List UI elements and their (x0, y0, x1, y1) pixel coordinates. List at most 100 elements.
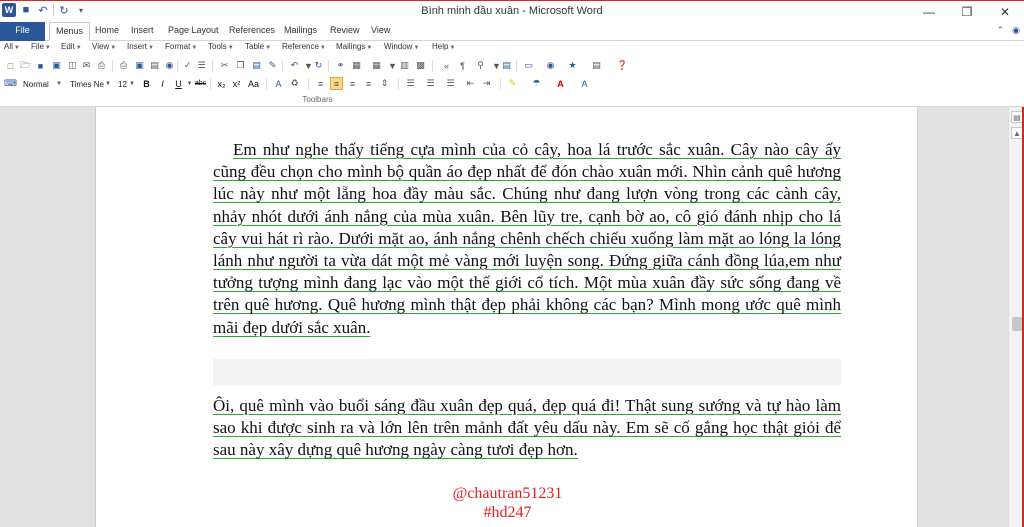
close-icon[interactable]: ✕ (986, 1, 1024, 23)
paste-icon[interactable]: ▤ (250, 59, 263, 72)
justify-icon[interactable]: ≡ (362, 77, 375, 90)
hyperlink-icon[interactable]: ⚭ (334, 59, 347, 72)
format-painter-icon[interactable]: ✎ (266, 59, 279, 72)
font-size-value: 12 (118, 79, 127, 89)
zoom-icon[interactable]: ⚲ (474, 59, 487, 72)
open-folder-icon[interactable]: 🗁 (19, 59, 32, 72)
bold-button[interactable]: B (140, 77, 153, 90)
chevron-down-icon: ▼ (449, 45, 456, 51)
print-preview-icon[interactable]: ◫ (66, 59, 79, 72)
style-combo[interactable]: Normal ▼ (20, 77, 64, 91)
word-count-icon[interactable]: ☰ (195, 59, 208, 72)
folder-icon[interactable]: ▭ (522, 59, 535, 72)
menu-tools[interactable]: Tools▼ (208, 42, 234, 51)
table-icon[interactable]: ▦ (350, 59, 363, 72)
save-icon[interactable]: ■ (34, 59, 47, 72)
italic-button[interactable]: I (156, 77, 169, 90)
chevron-down-icon: ▼ (227, 45, 234, 51)
chevron-down-icon: ▼ (44, 45, 51, 51)
tab-page-layout[interactable]: Page Layout (162, 22, 225, 41)
tab-view[interactable]: View (365, 22, 396, 41)
menu-view[interactable]: View▼ (92, 42, 116, 51)
document-page[interactable]: Em như nghe thấy tiếng cựa mình của cỏ c… (95, 107, 918, 527)
text-effects-icon[interactable]: A (578, 77, 591, 90)
drawing-icon[interactable]: ▩ (414, 59, 427, 72)
minimize-icon[interactable]: — (910, 1, 948, 23)
undo-icon[interactable]: ↶ (288, 59, 301, 72)
tab-mailings[interactable]: Mailings (278, 22, 323, 41)
chevron-down-icon: ▼ (265, 45, 272, 51)
change-case-icon[interactable]: Aa (247, 77, 260, 90)
menu-insert[interactable]: Insert▼ (127, 42, 154, 51)
clear-formatting-icon[interactable]: ♻ (288, 77, 301, 90)
font-combo[interactable]: Times Ne ▼ (67, 77, 113, 91)
multilevel-list-icon[interactable]: ☰ (444, 77, 457, 90)
print-preview-icon[interactable]: ▣ (133, 59, 146, 72)
help-icon[interactable]: ❓ (616, 59, 629, 72)
help-icon[interactable]: ◉ (1012, 25, 1020, 36)
menu-window[interactable]: Window▼ (384, 42, 419, 51)
quote-icon[interactable]: « (440, 59, 453, 72)
redo-icon[interactable]: ↻ (312, 59, 325, 72)
menu-edit[interactable]: Edit▼ (61, 42, 82, 51)
research-icon[interactable]: ◉ (163, 59, 176, 72)
font-size-combo[interactable]: 12 ▼ (115, 77, 137, 91)
menu-mailings[interactable]: Mailings▼ (336, 42, 372, 51)
style-value: Normal (23, 79, 49, 89)
columns-icon[interactable]: ▥ (398, 59, 411, 72)
restore-icon[interactable]: ❐ (948, 1, 986, 23)
menu-format[interactable]: Format▼ (165, 42, 197, 51)
show-formatting-icon[interactable]: ¶ (456, 59, 469, 72)
print-icon[interactable]: ⎙ (95, 59, 108, 72)
align-left-icon[interactable]: ≡ (314, 77, 327, 90)
paragraph-1[interactable]: Em như nghe thấy tiếng cựa mình của cỏ c… (213, 139, 841, 339)
tab-file[interactable]: File (0, 22, 45, 41)
tab-insert[interactable]: Insert (125, 22, 160, 41)
align-right-icon[interactable]: ≡ (346, 77, 359, 90)
menu-help[interactable]: Help▼ (432, 42, 455, 51)
tab-references[interactable]: References (223, 22, 281, 41)
spelling-icon[interactable]: ✓ (181, 59, 194, 72)
superscript-icon[interactable]: x² (230, 77, 243, 90)
print-icon[interactable]: ⎙ (117, 59, 130, 72)
tab-menus[interactable]: Menus (49, 22, 91, 41)
numbering-icon[interactable]: ☰ (404, 77, 417, 90)
menu-all[interactable]: All▼ (4, 42, 20, 51)
reading-layout-icon[interactable]: ▤ (500, 59, 513, 72)
strikethrough-button[interactable]: abc (194, 77, 207, 90)
document-icon[interactable]: ▤ (148, 59, 161, 72)
insert-table-icon[interactable]: ▦ (370, 59, 383, 72)
toolbar-separator (210, 78, 211, 90)
toolbar-separator (266, 78, 267, 90)
increase-indent-icon[interactable]: ⇥ (480, 77, 493, 90)
copy-icon[interactable]: ❐ (234, 59, 247, 72)
cut-icon[interactable]: ✂ (218, 59, 231, 72)
collapse-ribbon-icon[interactable]: ⌃ (997, 25, 1005, 36)
line-spacing-icon[interactable]: ⇕ (378, 77, 391, 90)
toolbar-separator (328, 60, 329, 72)
font-color-icon[interactable]: A (554, 77, 567, 90)
save-as-icon[interactable]: ▣ (50, 59, 63, 72)
tab-review[interactable]: Review (324, 22, 366, 41)
align-center-icon[interactable]: ≡ (330, 77, 343, 90)
highlight-icon[interactable]: ✎ (506, 77, 519, 90)
menu-reference[interactable]: Reference▼ (282, 42, 326, 51)
shading-icon[interactable]: ☂ (530, 77, 543, 90)
email-icon[interactable]: ✉ (80, 59, 93, 72)
decrease-indent-icon[interactable]: ⇤ (464, 77, 477, 90)
subscript-icon[interactable]: x₂ (215, 77, 228, 90)
chevron-down-icon: ▼ (13, 45, 20, 51)
web-icon[interactable]: ◉ (544, 59, 557, 72)
tab-home[interactable]: Home (89, 22, 125, 41)
menu-table[interactable]: Table▼ (245, 42, 271, 51)
styles-icon[interactable]: ⌨ (4, 77, 17, 90)
signature-handle: @chautran51231 (452, 485, 563, 502)
menu-file[interactable]: File▼ (31, 42, 51, 51)
new-document-icon[interactable]: □ (4, 59, 17, 72)
options-icon[interactable]: ▤ (590, 59, 603, 72)
macro-icon[interactable]: ★ (566, 59, 579, 72)
scrollbar-thumb[interactable] (1012, 317, 1022, 331)
bullets-icon[interactable]: ☰ (424, 77, 437, 90)
font-color-icon[interactable]: A (272, 77, 285, 90)
paragraph-2[interactable]: Ôi, quê mình vào buổi sáng đầu xuân đẹp … (213, 395, 841, 462)
